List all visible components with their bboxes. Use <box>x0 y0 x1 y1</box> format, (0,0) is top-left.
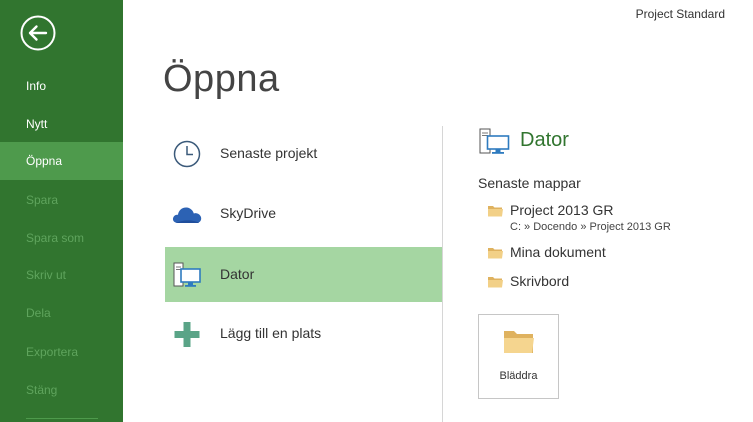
app-title: Project Standard <box>635 7 725 21</box>
recent-folders-heading: Senaste mappar <box>478 175 581 191</box>
nav-info[interactable]: Info <box>0 67 123 105</box>
recent-folder-item[interactable]: Skrivbord <box>488 273 688 293</box>
folder-icon <box>504 331 534 353</box>
folder-icon <box>488 277 503 288</box>
computer-icon <box>479 128 510 154</box>
recent-folder-item[interactable]: Project 2013 GR C: » Docendo » Project 2… <box>488 202 688 236</box>
page-title: Öppna <box>163 58 280 100</box>
panel-divider <box>442 126 443 422</box>
clock-icon <box>173 140 201 168</box>
nav-export: Exportera <box>26 345 79 359</box>
backstage-sidebar: Info Nytt Öppna Spara Spara som Skriv ut… <box>0 0 123 422</box>
folder-name: Mina dokument <box>510 244 606 260</box>
back-button[interactable] <box>19 14 57 52</box>
place-recent-projects[interactable]: Senaste projekt <box>165 126 442 181</box>
detail-title: Dator <box>520 129 569 151</box>
nav-share: Dela <box>26 306 51 320</box>
browse-label: Bläddra <box>499 370 538 382</box>
place-add-location[interactable]: Lägg till en plats <box>165 306 442 361</box>
computer-icon <box>173 262 201 287</box>
nav-new[interactable]: Nytt <box>0 105 123 143</box>
browse-button[interactable]: Bläddra <box>478 314 559 399</box>
place-label: Lägg till en plats <box>220 325 322 341</box>
nav-open[interactable]: Öppna <box>0 142 123 180</box>
sidebar-divider <box>26 418 98 419</box>
nav-save: Spara <box>26 193 59 207</box>
place-label: SkyDrive <box>220 205 277 221</box>
folder-icon <box>488 248 503 259</box>
plus-icon <box>174 322 200 347</box>
folder-path: C: » Docendo » Project 2013 GR <box>510 221 671 233</box>
recent-folder-item[interactable]: Mina dokument <box>488 244 688 264</box>
place-label: Senaste projekt <box>220 145 318 161</box>
folder-icon <box>488 206 503 217</box>
cloud-icon <box>172 207 202 223</box>
folder-name: Skrivbord <box>510 273 570 289</box>
place-label: Dator <box>220 266 255 282</box>
place-computer[interactable]: Dator <box>165 247 442 302</box>
nav-close: Stäng <box>26 383 58 397</box>
folder-name: Project 2013 GR <box>510 202 614 218</box>
back-arrow-icon <box>20 15 56 51</box>
nav-save-as: Spara som <box>26 231 85 245</box>
place-skydrive[interactable]: SkyDrive <box>165 186 442 241</box>
nav-print: Skriv ut <box>26 268 67 282</box>
